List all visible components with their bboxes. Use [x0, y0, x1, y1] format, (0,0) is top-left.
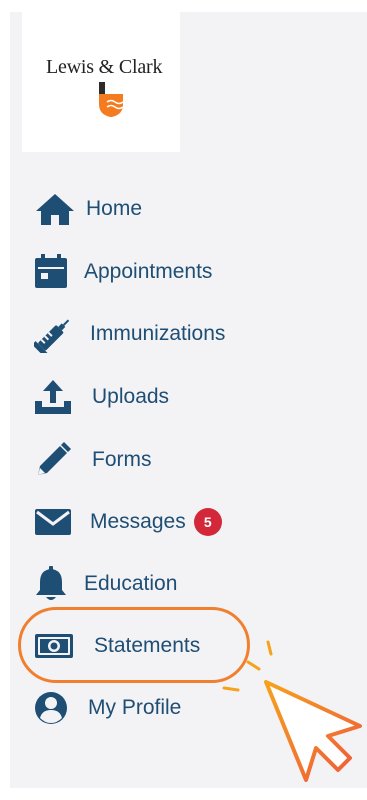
sidebar-item-label: Home — [86, 197, 143, 220]
logo[interactable]: Lewis & Clark — [22, 12, 180, 152]
unread-count-badge: 5 — [193, 508, 222, 536]
sidebar-item-label: Uploads — [92, 385, 170, 408]
sidebar-item-label: Appointments — [84, 260, 213, 283]
sidebar-item-label: Education — [84, 572, 178, 595]
sidebar-item-label: Statements — [94, 634, 201, 657]
bell-icon — [34, 564, 76, 604]
money-icon — [34, 626, 76, 666]
sidebar-item-label: Forms — [92, 448, 152, 471]
upload-icon — [34, 377, 76, 417]
sidebar-item-statements[interactable]: Statements — [34, 626, 200, 666]
sidebar-item-label: Immunizations — [90, 322, 226, 345]
sidebar-item-label: My Profile — [88, 696, 182, 719]
sidebar-item-label: Messages — [90, 510, 186, 533]
logo-text: Lewis & Clark — [46, 56, 163, 78]
syringe-icon — [34, 314, 76, 354]
sidebar-item-education[interactable]: Education — [34, 564, 177, 604]
sidebar-item-my-profile[interactable]: My Profile — [34, 688, 181, 728]
pencil-icon — [34, 440, 76, 480]
sidebar-item-immunizations[interactable]: Immunizations — [34, 314, 225, 354]
sidebar-item-messages[interactable]: Messages 5 — [34, 502, 222, 542]
user-circle-icon — [34, 688, 76, 728]
home-icon — [34, 189, 76, 229]
sidebar-item-forms[interactable]: Forms — [34, 440, 152, 480]
calendar-icon — [34, 252, 76, 292]
lewis-clark-emblem-icon — [99, 82, 124, 117]
sidebar-item-appointments[interactable]: Appointments — [34, 252, 212, 292]
sidebar-item-home[interactable]: Home — [34, 189, 142, 229]
envelope-icon — [34, 502, 76, 542]
sidebar-item-uploads[interactable]: Uploads — [34, 377, 169, 417]
